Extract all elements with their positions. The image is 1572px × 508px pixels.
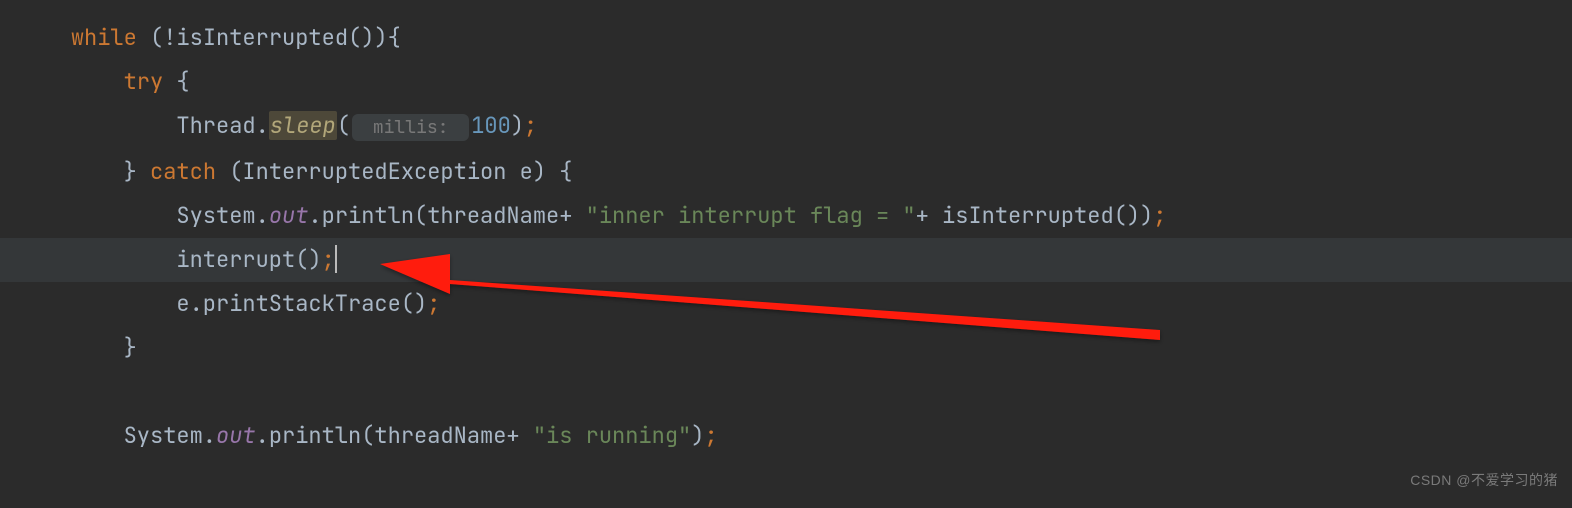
code-line-2: try {	[0, 60, 1572, 104]
brace-close: }	[124, 333, 137, 362]
brace-close: }	[124, 157, 150, 186]
thread-class: Thread.	[176, 111, 268, 140]
paren-close: )	[511, 111, 524, 140]
string-literal: "is running"	[533, 421, 691, 450]
semicolon: ;	[704, 421, 717, 450]
code-line-9-blank	[0, 370, 1572, 414]
code-line-6-highlighted: interrupt();	[0, 238, 1572, 282]
number-literal: 100	[471, 111, 511, 140]
semicolon: ;	[427, 289, 440, 318]
keyword-catch: catch	[150, 157, 216, 186]
code-line-1: while (!isInterrupted()){	[0, 16, 1572, 60]
code-line-3: Thread.sleep( millis: 100);	[0, 104, 1572, 150]
semicolon: ;	[1153, 201, 1166, 230]
semicolon: ;	[524, 111, 537, 140]
println-call: .println(threadName+	[308, 201, 585, 230]
string-literal: "inner interrupt flag = "	[586, 201, 916, 230]
code-editor[interactable]: while (!isInterrupted()){ try { Thread.s…	[0, 0, 1572, 458]
text-cursor	[335, 245, 337, 273]
code-line-8: }	[0, 326, 1572, 370]
catch-params: (InterruptedException e) {	[216, 157, 572, 186]
condition-text: (!isInterrupted()){	[137, 23, 401, 52]
concat-plus: + isInterrupted())	[916, 201, 1154, 230]
param-hint-millis: millis:	[352, 114, 469, 141]
brace-open: {	[163, 67, 189, 96]
out-field: out	[216, 421, 256, 450]
code-line-7: e.printStackTrace();	[0, 282, 1572, 326]
sleep-method: sleep	[269, 111, 337, 140]
semicolon: ;	[322, 245, 335, 274]
interrupt-call: interrupt()	[176, 245, 321, 274]
code-line-4: } catch (InterruptedException e) {	[0, 150, 1572, 194]
system-class: System.	[124, 421, 216, 450]
code-line-10: System.out.println(threadName+ "is runni…	[0, 414, 1572, 458]
printstacktrace-call: e.printStackTrace()	[176, 289, 427, 318]
code-line-5: System.out.println(threadName+ "inner in…	[0, 194, 1572, 238]
keyword-try: try	[124, 67, 164, 96]
watermark-text: CSDN @不爱学习的猪	[1410, 458, 1558, 502]
keyword-while: while	[71, 23, 137, 52]
system-class: System.	[176, 201, 268, 230]
println-call: .println(threadName+	[256, 421, 533, 450]
out-field: out	[269, 201, 309, 230]
paren-close: )	[691, 421, 704, 450]
paren-open: (	[337, 111, 350, 140]
